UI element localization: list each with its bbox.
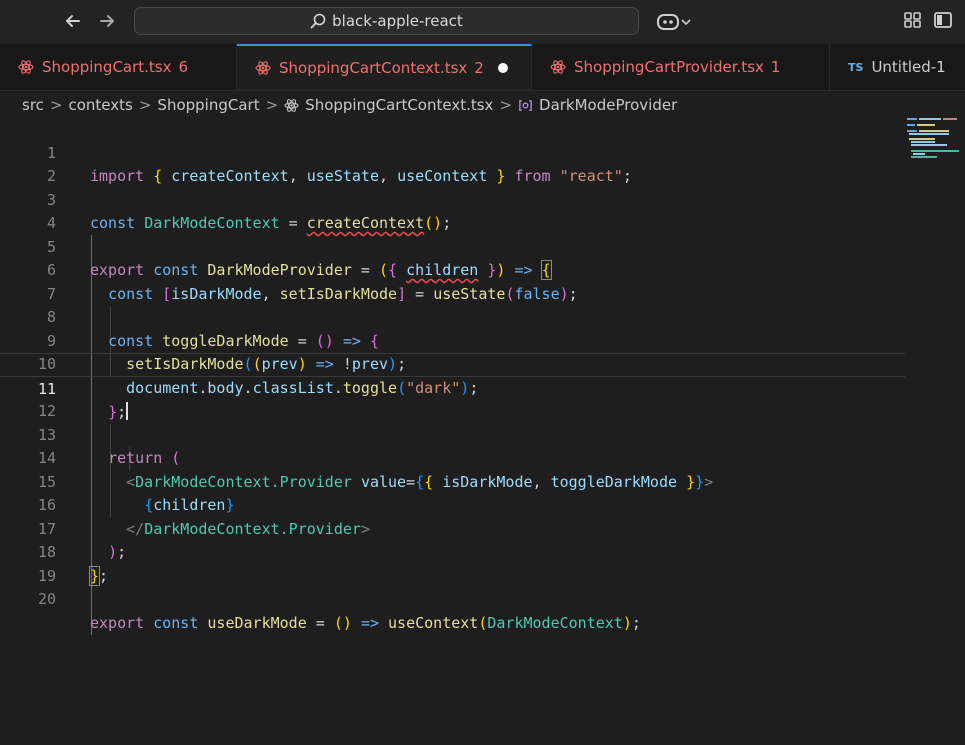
unsaved-dot-icon[interactable] (497, 63, 508, 73)
forward-button[interactable] (94, 8, 120, 34)
tab-untitled[interactable]: TS Untitled-1 (830, 44, 965, 90)
tab-label: ShoppingCartProvider.tsx (574, 58, 764, 76)
breadcrumb-separator: > (49, 96, 63, 114)
layout-grid-icon[interactable] (903, 10, 923, 30)
code-text: export const useDarkMode = () => useCont… (90, 613, 641, 632)
search-icon (310, 13, 326, 29)
code-line[interactable]: 10 document.body.classList.toggle("dark"… (0, 330, 905, 397)
react-icon (284, 98, 299, 112)
code-line[interactable]: 19 (0, 541, 905, 585)
code-line[interactable]: 6 const [isDarkMode, setIsDarkMode] = us… (0, 236, 905, 303)
code-line[interactable]: 16 </DarkModeContext.Provider> (0, 471, 905, 538)
tab-shoppingcartprovider[interactable]: ShoppingCartProvider.tsx 1 (532, 44, 830, 90)
command-center-search[interactable]: black-apple-react (134, 7, 639, 35)
code-line[interactable]: 3 const DarkModeContext = createContext(… (0, 165, 905, 233)
editor-tabs: ShoppingCart.tsx 6 ShoppingCartContext.t… (0, 44, 965, 91)
code-line[interactable]: 12 (0, 377, 905, 420)
code-line[interactable]: 8 const toggleDarkMode = () => { (0, 283, 905, 350)
tab-shoppingcart[interactable]: ShoppingCart.tsx 6 (0, 44, 237, 90)
tab-label: Untitled-1 (871, 58, 946, 76)
problem-count: 2 (474, 59, 484, 77)
copilot-icon (657, 14, 679, 30)
arrow-right-icon (100, 15, 114, 27)
breadcrumb-item[interactable]: DarkModeProvider (539, 96, 677, 114)
back-button[interactable] (60, 8, 86, 34)
code-line[interactable]: 1 import { createContext, useState, useC… (0, 118, 905, 186)
symbol-variable-icon (519, 99, 532, 111)
code-line[interactable]: 17 ); (0, 494, 905, 562)
code-line[interactable]: 4 (0, 189, 905, 232)
line-number: 20 (37, 590, 56, 608)
code-line[interactable]: 9 setIsDarkMode((prev) => !prev); (0, 306, 905, 374)
breadcrumb-item[interactable]: ShoppingCart (157, 96, 259, 114)
toggle-sidebar-icon[interactable] (933, 10, 953, 30)
code-line[interactable]: 7 (0, 259, 905, 303)
layout-controls (903, 10, 953, 30)
code-editor[interactable]: 1 import { createContext, useState, useC… (0, 118, 965, 745)
tab-label: ShoppingCartContext.tsx (279, 59, 468, 77)
tab-label: ShoppingCart.tsx (42, 58, 172, 76)
code-line[interactable]: 15 {children} (0, 447, 905, 515)
react-icon (255, 61, 271, 75)
breadcrumb: src > contexts > ShoppingCart > Shopping… (22, 94, 677, 116)
problem-count: 1 (770, 58, 781, 76)
typescript-icon: TS (848, 60, 864, 74)
code-line[interactable]: 20 export const useDarkMode = () => useC… (0, 565, 905, 632)
chevron-down-icon (681, 19, 691, 26)
code-line[interactable]: 14 <DarkModeContext.Provider value={{ is… (0, 424, 905, 491)
tab-shoppingcartcontext[interactable]: ShoppingCartContext.tsx 2 (237, 44, 532, 90)
copilot-menu[interactable] (656, 10, 692, 34)
code-line[interactable]: 5 export const DarkModeProvider = ({ chi… (0, 212, 905, 280)
breadcrumb-item[interactable]: contexts (68, 96, 132, 114)
breadcrumb-separator: > (138, 96, 152, 114)
breadcrumb-item[interactable]: src (22, 96, 44, 114)
code-line[interactable]: 13 return ( (0, 400, 905, 468)
workspace-name: black-apple-react (332, 12, 463, 30)
arrow-left-icon (66, 15, 80, 27)
code-line[interactable]: 2 (0, 142, 905, 185)
breadcrumb-item[interactable]: ShoppingCartContext.tsx (305, 96, 493, 114)
code-line[interactable]: 18 }; (0, 518, 905, 586)
react-icon (18, 60, 34, 74)
breadcrumb-separator: > (499, 96, 513, 114)
breadcrumb-separator: > (265, 96, 279, 114)
code-line-current[interactable]: 11 }; (0, 353, 905, 421)
problem-count: 6 (178, 58, 189, 76)
react-icon (550, 60, 566, 74)
title-bar: black-apple-react (0, 0, 965, 44)
